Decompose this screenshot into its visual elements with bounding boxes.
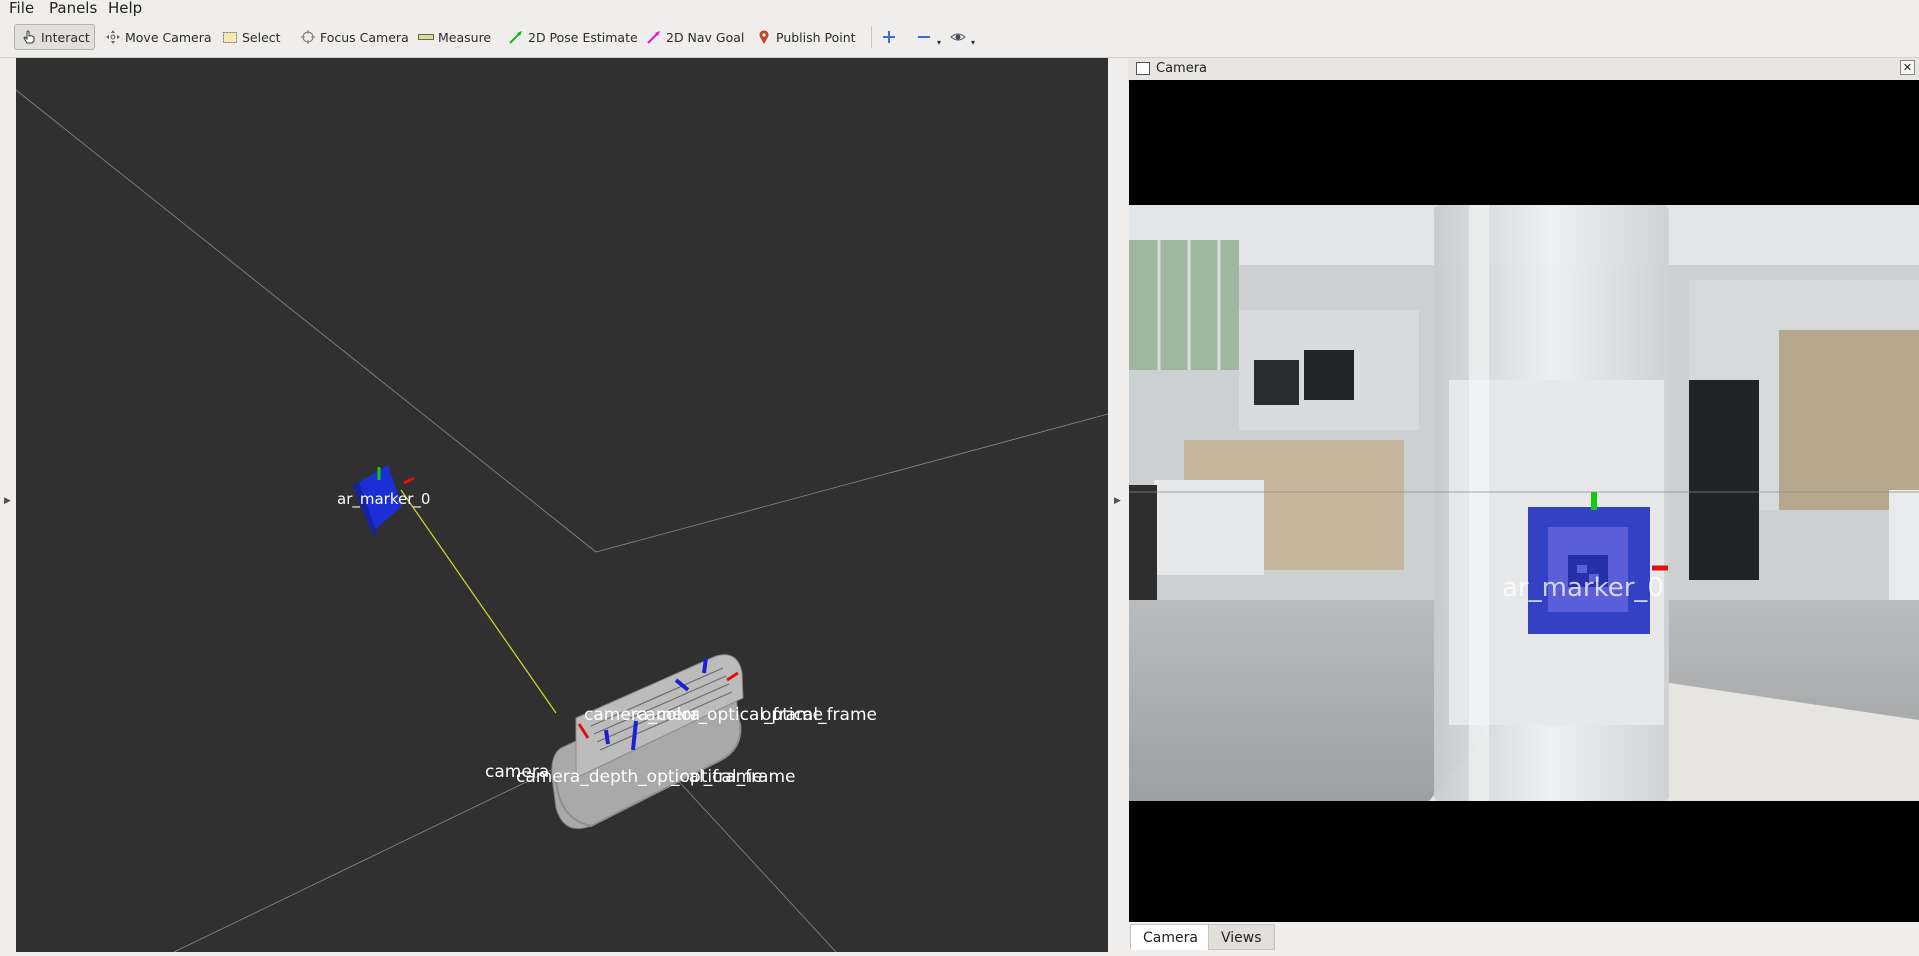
tab-views[interactable]: Views: [1208, 924, 1275, 950]
eye-icon: [950, 29, 966, 45]
interact-tool-button[interactable]: Interact: [14, 24, 95, 50]
plus-icon: [881, 29, 897, 45]
expand-arrow-icon: ▶: [1114, 496, 1121, 506]
grid-line: [16, 89, 597, 553]
realsense-camera-model: [551, 654, 744, 830]
view-tools-button[interactable]: ▾: [950, 24, 975, 50]
tf-link-line: [400, 489, 557, 714]
toolbar: Interact Move Camera Select Focus Camera…: [0, 18, 1919, 58]
marker-label-2d: ar_marker_0: [1502, 573, 1664, 603]
left-dock-handle[interactable]: ▶: [0, 58, 14, 952]
panel-icon: [1136, 62, 1150, 75]
frame-label-bottom-right: _optical_frame: [670, 767, 795, 787]
focus-camera-icon: [300, 29, 316, 45]
select-label: Select: [242, 29, 281, 45]
camera-panel-titlebar[interactable]: Camera ✕: [1128, 58, 1919, 81]
3d-viewport[interactable]: ar_marker_0 camera_color_optical_frame c…: [16, 58, 1108, 952]
menu-bar: File Panels Help: [0, 0, 1919, 17]
camera-panel-title: Camera: [1156, 61, 1208, 76]
camera-panel: Camera ✕ ar_marker_0 Camera Views: [1128, 58, 1919, 956]
move-camera-tool-button[interactable]: Move Camera: [105, 24, 212, 50]
menu-help[interactable]: Help: [108, 0, 142, 17]
panel-tabs: Camera Views: [1128, 922, 1919, 956]
toolbar-separator: [871, 26, 872, 48]
select-tool-button[interactable]: Select: [222, 24, 281, 50]
menu-panels[interactable]: Panels: [49, 0, 97, 17]
panel-splitter[interactable]: ▶: [1108, 58, 1127, 952]
pose-estimate-label: 2D Pose Estimate: [528, 29, 638, 45]
publish-point-tool-button[interactable]: Publish Point: [756, 24, 856, 50]
select-icon: [222, 29, 238, 45]
focus-camera-label: Focus Camera: [320, 29, 409, 45]
frame-label-top-left: camera: [636, 705, 700, 725]
camera-image-view[interactable]: ar_marker_0: [1129, 80, 1919, 922]
camera-frame-image: [1129, 205, 1919, 801]
dropdown-arrow-icon: ▾: [937, 37, 942, 47]
add-tool-button[interactable]: [881, 24, 901, 50]
nav-goal-tool-button[interactable]: 2D Nav Goal: [646, 24, 744, 50]
focus-camera-tool-button[interactable]: Focus Camera: [300, 24, 409, 50]
interact-label: Interact: [41, 29, 90, 45]
pose-estimate-tool-button[interactable]: 2D Pose Estimate: [508, 24, 638, 50]
tab-camera[interactable]: Camera: [1130, 924, 1211, 950]
map-pin-icon: [756, 29, 772, 45]
publish-point-label: Publish Point: [776, 29, 856, 45]
nav-goal-label: 2D Nav Goal: [666, 29, 745, 45]
green-arrow-icon: [508, 29, 524, 45]
expand-arrow-icon: ▶: [4, 496, 11, 506]
measure-tool-button[interactable]: Measure: [418, 24, 491, 50]
marker-label-3d: ar_marker_0: [337, 490, 430, 509]
frame-label-top-right: optical_frame: [761, 705, 877, 725]
minus-icon: [916, 29, 932, 45]
magenta-arrow-icon: [646, 29, 662, 45]
move-camera-icon: [105, 29, 121, 45]
move-camera-label: Move Camera: [125, 29, 212, 45]
measure-label: Measure: [438, 29, 492, 45]
grid-line: [595, 413, 1108, 553]
grid-line: [173, 757, 577, 952]
ruler-icon: [418, 29, 434, 45]
dropdown-arrow-icon: ▾: [971, 37, 976, 47]
remove-tool-button[interactable]: ▾: [916, 24, 941, 50]
hand-icon: [21, 29, 37, 45]
close-icon[interactable]: ✕: [1900, 60, 1915, 75]
menu-file[interactable]: File: [9, 0, 34, 17]
